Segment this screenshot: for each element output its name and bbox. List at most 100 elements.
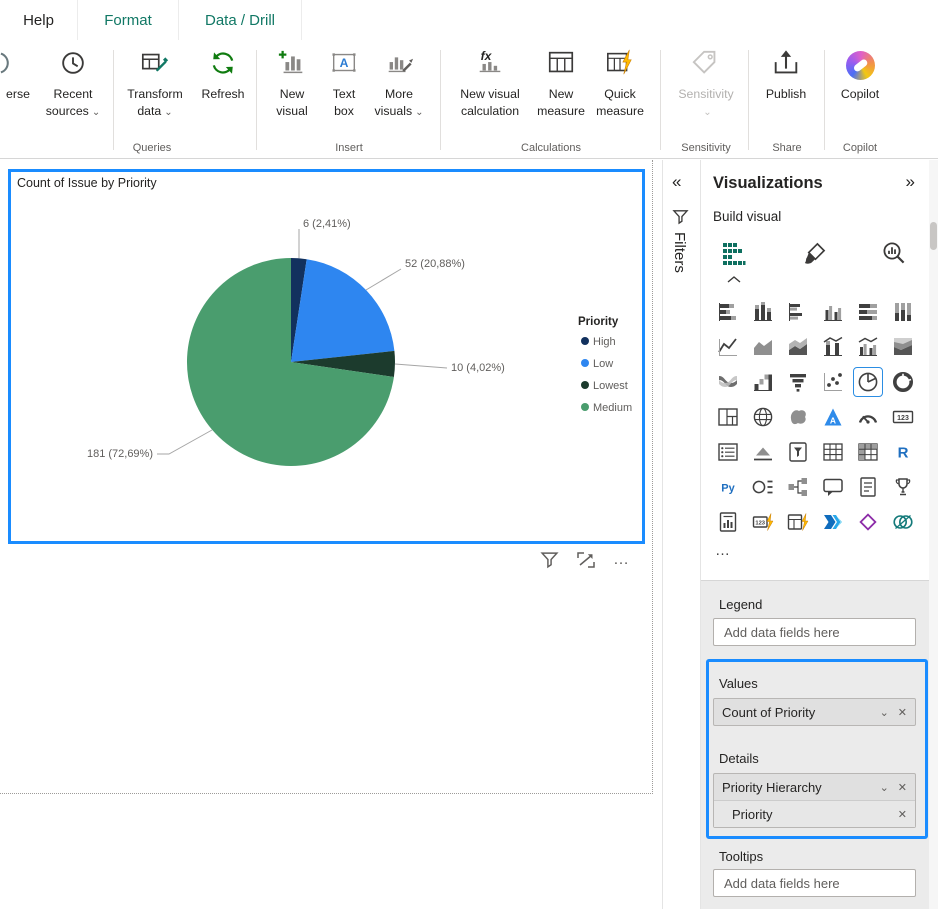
focus-mode-icon[interactable] (576, 551, 596, 569)
filter-icon[interactable] (540, 550, 559, 569)
legend-well-dropzone[interactable]: Add data fields here (713, 618, 916, 646)
details-field-pill[interactable]: Priority Hierarchy ⌄ ✕ Priority ✕ (713, 773, 916, 828)
azure-map-icon[interactable]: A (818, 402, 848, 432)
remove-field-icon[interactable]: ✕ (898, 808, 907, 821)
expand-filters-icon[interactable]: « (672, 172, 681, 192)
100-stacked-bar-chart-icon[interactable] (853, 297, 883, 327)
venn-diagram-icon[interactable] (888, 507, 918, 537)
new-visual-button[interactable]: Newvisual (264, 47, 320, 120)
python-visual-icon[interactable]: Py (713, 472, 743, 502)
new-measure-button[interactable]: Newmeasure (536, 47, 586, 120)
vertical-scrollbar[interactable] (929, 160, 938, 909)
multi-row-card-icon[interactable] (713, 437, 743, 467)
publish-icon (771, 48, 801, 83)
slicer-icon[interactable] (783, 437, 813, 467)
100-stacked-column-chart-icon[interactable] (888, 297, 918, 327)
refresh-button[interactable]: Refresh (196, 47, 250, 103)
kpi-icon[interactable] (748, 437, 778, 467)
card-icon[interactable]: 123 (888, 402, 918, 432)
tab-format-visual[interactable] (797, 238, 831, 268)
chevron-down-icon[interactable]: ⌄ (880, 706, 889, 719)
sensitivity-button[interactable]: Sensitivity⌄ (666, 47, 746, 120)
clustered-column-chart-icon[interactable] (818, 297, 848, 327)
pie-chart-icon[interactable] (853, 367, 883, 397)
pie-chart-visual[interactable]: 6 (2,41%)52 (20,88%)10 (4,02%)181 (72,69… (8, 169, 645, 544)
treemap-icon[interactable] (713, 402, 743, 432)
tooltips-well-dropzone[interactable]: Add data fields here (713, 869, 916, 897)
dataverse-button[interactable]: erse (0, 47, 36, 103)
area-chart-icon[interactable] (748, 332, 778, 362)
100-stacked-area-chart-icon[interactable] (888, 332, 918, 362)
matrix-icon[interactable] (853, 437, 883, 467)
ribbon-group-divider (113, 50, 114, 150)
gauge-icon[interactable] (853, 402, 883, 432)
q-and-a-icon[interactable] (818, 472, 848, 502)
filters-pane-label[interactable]: Filters (671, 232, 688, 273)
new-visual-calculation-button[interactable]: fxNew visualcalculation (446, 47, 534, 120)
more-visuals-button[interactable]: Morevisuals⌄ (368, 47, 430, 120)
waterfall-chart-icon[interactable] (748, 367, 778, 397)
svg-text:Low: Low (593, 358, 613, 370)
copilot-button[interactable]: Copilot (826, 47, 894, 103)
collapse-pane-icon[interactable]: » (906, 172, 915, 192)
ribbon-group-divider (256, 50, 257, 150)
paginated-report-icon[interactable] (713, 507, 743, 537)
recent-sources-button[interactable]: Recentsources⌄ (36, 47, 110, 120)
line-chart-icon[interactable] (713, 332, 743, 362)
details-child-name: Priority (732, 807, 889, 822)
ribbon-tab-format[interactable]: Format (78, 0, 179, 40)
ribbon-group-divider (440, 50, 441, 150)
ribbon-tab-data-drill[interactable]: Data / Drill (179, 0, 302, 40)
visualizations-title: Visualizations (713, 174, 823, 193)
scatter-chart-icon[interactable] (818, 367, 848, 397)
stacked-area-chart-icon[interactable] (783, 332, 813, 362)
stacked-bar-chart-icon[interactable] (713, 297, 743, 327)
format-brush-icon (802, 241, 827, 266)
values-field-pill[interactable]: Count of Priority ⌄ ✕ (713, 698, 916, 726)
stacked-column-chart-icon[interactable] (748, 297, 778, 327)
svg-text:High: High (593, 336, 616, 348)
more-options-icon[interactable]: … (613, 551, 630, 569)
publish-button[interactable]: Publish (754, 47, 818, 103)
transform-data-button[interactable]: Transformdata⌄ (117, 47, 193, 120)
ribbon-group-divider (824, 50, 825, 150)
quickmeasure-icon (605, 48, 635, 83)
svg-text:Medium: Medium (593, 402, 632, 414)
scrollbar-thumb[interactable] (930, 222, 937, 250)
r-script-visual-icon[interactable]: R (888, 437, 918, 467)
line-and-clustered-column-chart-icon[interactable] (853, 332, 883, 362)
key-influencers-icon[interactable] (748, 472, 778, 502)
power-apps-icon[interactable] (853, 507, 883, 537)
refresh-icon (208, 48, 238, 83)
tooltips-placeholder: Add data fields here (724, 876, 840, 891)
power-automate-icon[interactable] (818, 507, 848, 537)
get-more-visuals-button[interactable]: … (715, 542, 745, 566)
chevron-down-icon[interactable]: ⌄ (880, 781, 889, 794)
filled-map-icon[interactable] (783, 402, 813, 432)
quick-measure-button[interactable]: Quickmeasure (588, 47, 652, 120)
tab-build-visual[interactable] (717, 238, 751, 268)
ribbon-chart-icon[interactable] (713, 367, 743, 397)
donut-chart-icon[interactable] (888, 367, 918, 397)
tab-analytics[interactable] (877, 238, 911, 268)
slicer-new-icon[interactable] (783, 507, 813, 537)
details-hierarchy-child[interactable]: Priority ✕ (714, 800, 915, 827)
selected-tab-caret (727, 270, 741, 288)
ribbon-tab-help[interactable]: Help (0, 0, 78, 40)
metrics-icon[interactable] (888, 472, 918, 502)
copilot-icon (846, 51, 875, 80)
text-box-button[interactable]: ATextbox (322, 47, 366, 120)
map-icon[interactable] (748, 402, 778, 432)
remove-field-icon[interactable]: ✕ (898, 781, 907, 794)
filters-funnel-icon[interactable] (672, 208, 689, 230)
funnel-chart-icon[interactable] (783, 367, 813, 397)
smart-narrative-icon[interactable] (853, 472, 883, 502)
remove-field-icon[interactable]: ✕ (898, 706, 907, 719)
decomposition-tree-icon[interactable] (783, 472, 813, 502)
line-and-stacked-column-chart-icon[interactable] (818, 332, 848, 362)
values-field-name: Count of Priority (722, 705, 871, 720)
report-canvas[interactable]: 6 (2,41%)52 (20,88%)10 (4,02%)181 (72,69… (0, 160, 662, 909)
card-new-icon[interactable]: 123 (748, 507, 778, 537)
table-icon[interactable] (818, 437, 848, 467)
clustered-bar-chart-icon[interactable] (783, 297, 813, 327)
